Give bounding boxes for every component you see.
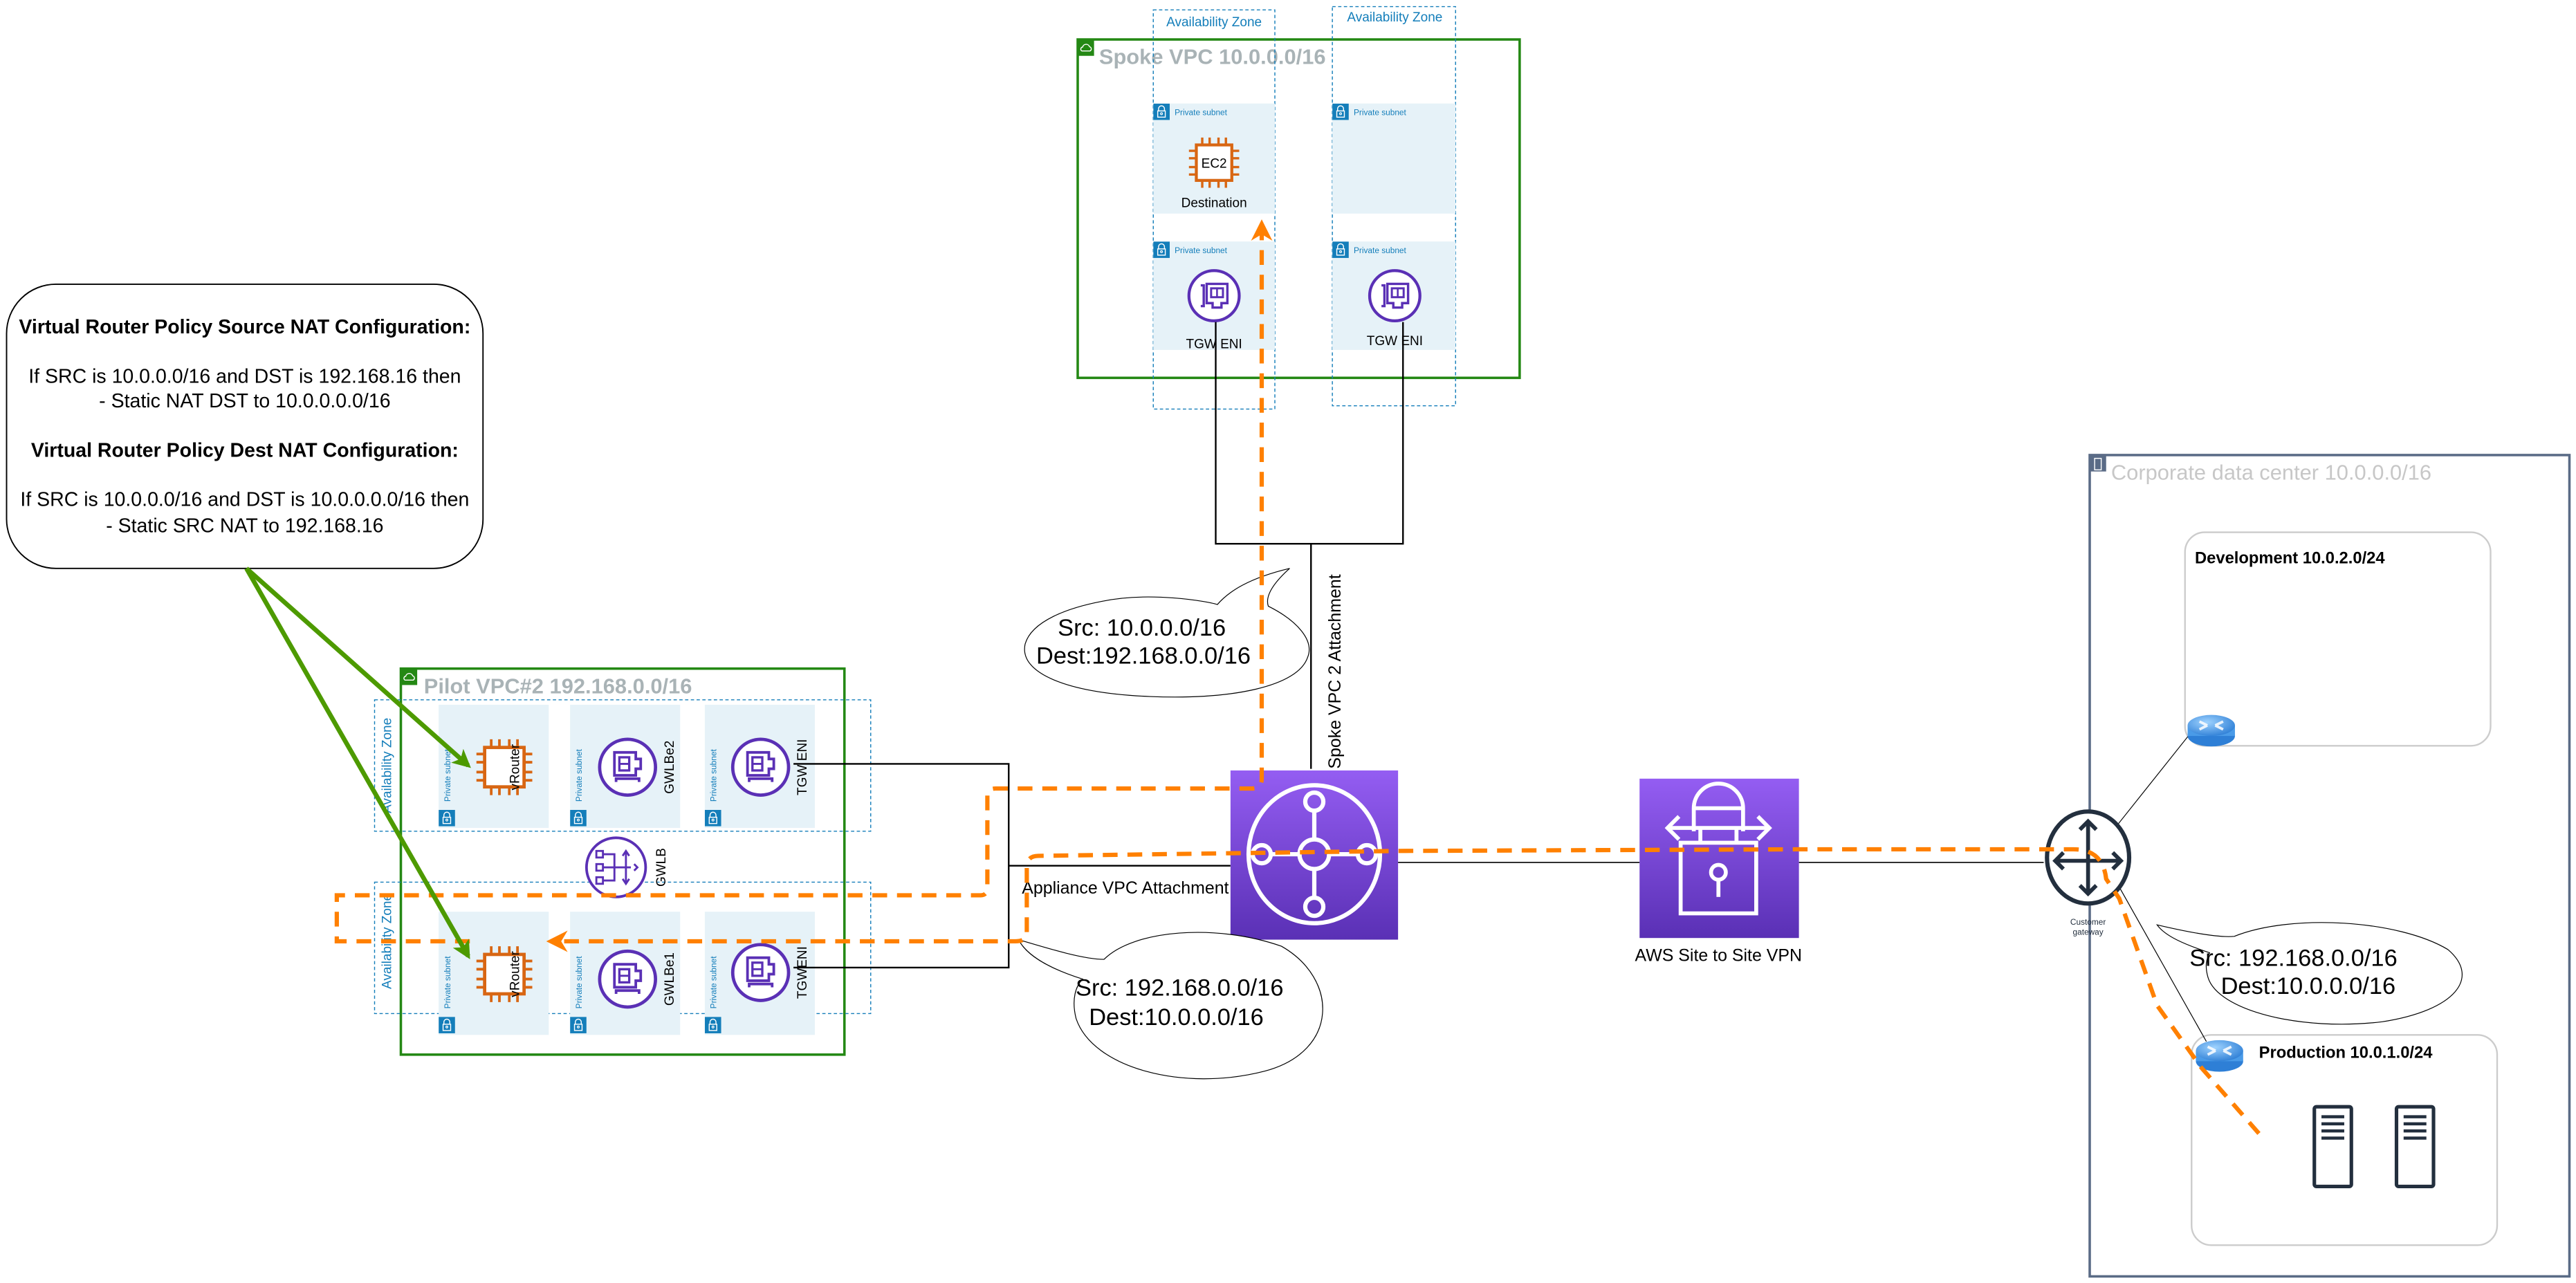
subnet-label: Private subnet bbox=[709, 956, 719, 1009]
bubble-dest: Dest:192.168.0.0/16 bbox=[1036, 643, 1251, 670]
source-nat-action: - Static NAT DST to 10.0.0.0.0/16 bbox=[99, 390, 390, 412]
lock-icon bbox=[704, 809, 721, 827]
az-label: Availability Zone bbox=[1347, 10, 1442, 25]
subnet-label: Private subnet bbox=[443, 956, 452, 1009]
lock-icon bbox=[1332, 103, 1349, 120]
spoke-attachment-lines bbox=[1215, 322, 1404, 769]
customer-gateway-label: Customer bbox=[2070, 917, 2106, 927]
gwlb-label: GWLB bbox=[654, 848, 669, 887]
vpc-cloud-icon bbox=[401, 668, 418, 685]
customer-gateway-icon bbox=[2045, 809, 2132, 906]
dest-nat-heading: Virtual Router Policy Dest NAT Configura… bbox=[31, 439, 459, 461]
spoke-vpc-title: Spoke VPC 10.0.0.0/16 bbox=[1099, 45, 1326, 69]
lock-icon bbox=[1332, 241, 1349, 258]
source-nat-rule: If SRC is 10.0.0.0/16 and DST is 192.168… bbox=[28, 365, 461, 387]
customer-gateway-label-2: gateway bbox=[2073, 927, 2104, 936]
annotation-arrows bbox=[244, 566, 471, 959]
lock-icon bbox=[570, 1017, 587, 1033]
server-icon bbox=[2396, 1107, 2434, 1186]
az-label: Availability Zone bbox=[380, 718, 394, 813]
tgw-eni-label: TGWENI bbox=[795, 946, 810, 999]
vrouter-label: vRouter bbox=[508, 744, 523, 790]
appliance-attachment-label: Appliance VPC Attachment bbox=[1022, 878, 1229, 898]
subnet-label: Private subnet bbox=[574, 956, 584, 1009]
arrow-to-vrouter-az1 bbox=[245, 566, 471, 768]
lock-icon bbox=[1153, 103, 1170, 120]
az-label: Availability Zone bbox=[1166, 15, 1262, 30]
speech-bubble-upper: Src: 10.0.0.0/16 Dest:192.168.0.0/16 bbox=[1024, 568, 1310, 698]
vrouter-icon bbox=[477, 946, 533, 1002]
speech-bubble-right: Src: 192.168.0.0/16 Dest:10.0.0.0/16 bbox=[2155, 922, 2463, 1025]
gwlb-endpoint-icon bbox=[600, 951, 656, 1007]
bubble-src: Src: 192.168.0.0/16 bbox=[2189, 945, 2397, 972]
gwlbe-label: GWLBe1 bbox=[663, 952, 677, 1006]
subnet-label: Private subnet bbox=[1354, 107, 1407, 117]
cgw-links bbox=[2117, 727, 2207, 1042]
bubble-src: Src: 192.168.0.0/16 bbox=[1076, 975, 1283, 1001]
ec2-label: Destination bbox=[1181, 196, 1247, 210]
arrow-to-vrouter-az2 bbox=[244, 567, 470, 959]
tgw-eni-label: TGW ENI bbox=[1186, 338, 1242, 352]
gwlb-icon bbox=[585, 836, 647, 898]
development-router-icon bbox=[2188, 715, 2235, 747]
lock-icon bbox=[704, 1017, 721, 1033]
tgw-eni-icon bbox=[1370, 270, 1420, 321]
site-to-site-vpn-icon bbox=[1639, 778, 1799, 939]
gwlbe-label: GWLBe2 bbox=[663, 741, 677, 794]
private-subnet bbox=[1332, 103, 1456, 214]
tgw-eni-icon bbox=[733, 945, 789, 1001]
tgw-eni-icon bbox=[1189, 270, 1240, 321]
dest-nat-rule: If SRC is 10.0.0.0/16 and DST is 10.0.0.… bbox=[20, 489, 469, 511]
lock-icon bbox=[439, 1017, 455, 1033]
subnet-label: Private subnet bbox=[709, 749, 719, 802]
vpc-cloud-icon bbox=[1078, 39, 1094, 56]
network-diagram: Virtual Router Policy Source NAT Configu… bbox=[6, 6, 2571, 1278]
tgw-eni-label: TGW ENI bbox=[795, 739, 810, 795]
development-label: Development 10.0.2.0/24 bbox=[2195, 549, 2385, 568]
subnet-label: Private subnet bbox=[1354, 246, 1407, 255]
vrouter-label: vRouter bbox=[508, 951, 523, 997]
tgw-eni-icon bbox=[733, 739, 789, 795]
subnet-label: Private subnet bbox=[443, 749, 452, 802]
server-icon bbox=[2315, 1107, 2352, 1186]
production-label: Production 10.0.1.0/24 bbox=[2259, 1044, 2434, 1062]
building-icon bbox=[2090, 454, 2106, 472]
spoke-vpc: Spoke VPC 10.0.0.0/16 Availability Zone … bbox=[1076, 6, 1521, 410]
pilot-vpc: Pilot VPC#2 192.168.0.0/16 Availability … bbox=[374, 667, 872, 1056]
nat-config-note: Virtual Router Policy Source NAT Configu… bbox=[6, 283, 484, 569]
speech-bubble-lower: Src: 192.168.0.0/16 Dest:10.0.0.0/16 bbox=[1018, 932, 1323, 1080]
subnet-label: Private subnet bbox=[1175, 246, 1228, 255]
lock-icon bbox=[570, 809, 587, 827]
subnet-label: Private subnet bbox=[1175, 107, 1228, 117]
tgw-eni-label: TGW ENI bbox=[1367, 334, 1423, 349]
dest-nat-action: - Static SRC NAT to 192.168.16 bbox=[106, 515, 383, 537]
gwlb-endpoint-icon bbox=[600, 739, 656, 795]
lock-icon bbox=[439, 809, 455, 827]
source-nat-heading: Virtual Router Policy Source NAT Configu… bbox=[19, 316, 470, 338]
corporate-dc-title: Corporate data center 10.0.0.0/16 bbox=[2111, 461, 2431, 485]
subnet-label: Private subnet bbox=[574, 749, 584, 802]
transit-gateway-icon bbox=[1230, 770, 1399, 940]
bubble-dest: Dest:10.0.0.0/16 bbox=[2221, 973, 2396, 999]
ec2-icon-text: EC2 bbox=[1202, 156, 1227, 171]
vrouter-icon bbox=[477, 739, 533, 795]
bubble-src: Src: 10.0.0.0/16 bbox=[1058, 615, 1226, 641]
spoke-attachment-label: Spoke VPC 2 Attachment bbox=[1325, 574, 1345, 768]
pilot-vpc-title: Pilot VPC#2 192.168.0.0/16 bbox=[424, 674, 692, 698]
bubble-dest: Dest:10.0.0.0/16 bbox=[1089, 1004, 1264, 1031]
vpn-label: AWS Site to Site VPN bbox=[1635, 945, 1802, 965]
lock-icon bbox=[1153, 241, 1170, 258]
